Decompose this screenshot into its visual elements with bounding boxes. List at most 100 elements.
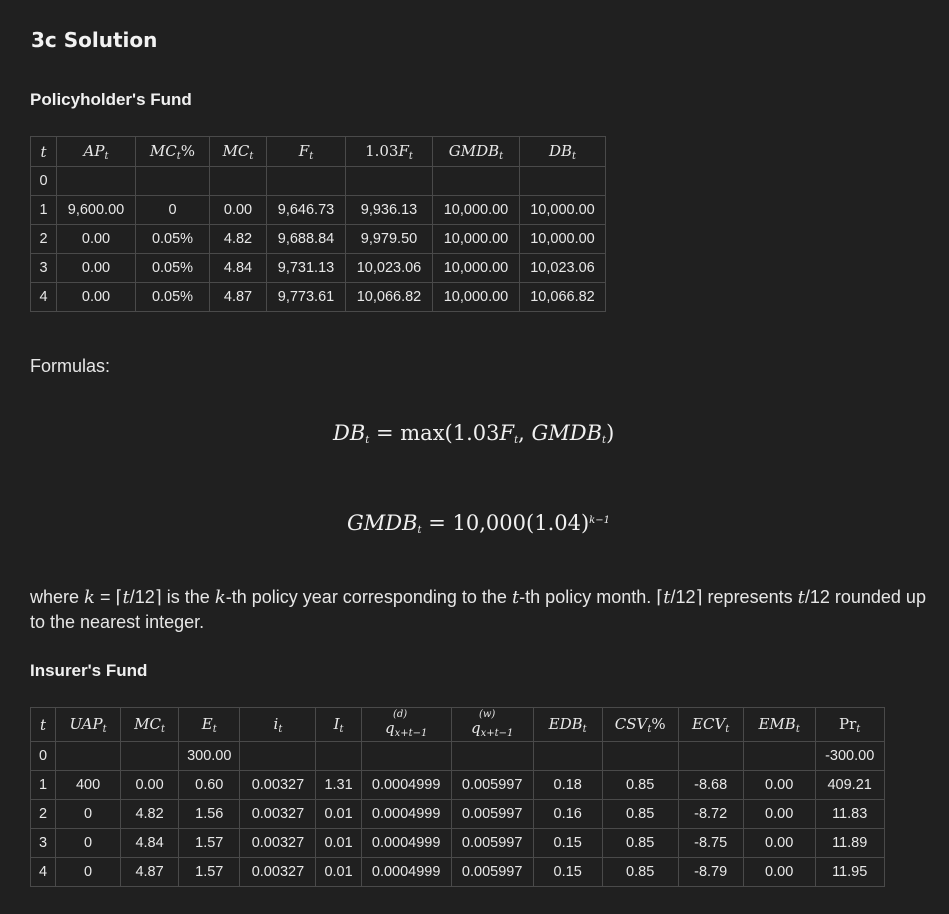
table-cell: 0.0004999 bbox=[360, 799, 452, 829]
table-cell: 0.00 bbox=[742, 828, 816, 858]
explanation-part: represents bbox=[707, 587, 793, 607]
table-cell: 0.005997 bbox=[450, 857, 534, 887]
page: 3c Solution Policyholder's Fund t APt MC… bbox=[0, 0, 949, 914]
table-cell: 3 bbox=[30, 253, 57, 283]
col-header: It bbox=[315, 707, 362, 742]
table-cell: 9,731.13 bbox=[266, 253, 346, 283]
table-cell: 0 bbox=[55, 857, 122, 887]
table-cell: 9,600.00 bbox=[56, 195, 136, 225]
table-cell: 0.85 bbox=[601, 857, 679, 887]
col-header: MCt bbox=[120, 707, 180, 742]
table-cell: 1 bbox=[29, 770, 57, 800]
table-cell: 0.05% bbox=[135, 253, 210, 283]
table-cell: 4.82 bbox=[120, 799, 180, 829]
col-header: (d) qx+t−1 bbox=[360, 707, 452, 742]
table-row: 0 300.00 -300.00 bbox=[29, 741, 885, 771]
gmdb-base: 10,000 bbox=[452, 511, 527, 535]
table-cell: 0 bbox=[135, 195, 210, 225]
table-cell: 0.01 bbox=[315, 799, 362, 829]
table-cell: 0.05% bbox=[135, 224, 210, 254]
table-cell: -8.75 bbox=[677, 828, 744, 858]
table-cell: 1.56 bbox=[178, 799, 241, 829]
policyholder-fund-heading: Policyholder's Fund bbox=[30, 90, 192, 109]
table-row: 2 0.00 0.05% 4.82 9,688.84 9,979.50 10,000.00 1… bbox=[30, 224, 606, 254]
table-cell: 1 bbox=[30, 195, 57, 225]
table-cell: 0.005997 bbox=[450, 770, 534, 800]
col-header: 1.03Ft bbox=[345, 136, 433, 167]
table-cell: 10,000.00 bbox=[432, 253, 520, 283]
table-cell: 4.87 bbox=[120, 857, 180, 887]
table-row: 1 400 0.00 0.60 0.00327 1.31 0.0004999 0.005997… bbox=[29, 770, 885, 800]
policyholder-fund-table: t APt MCt% MCt Ft 1.03Ft GMDBt DBt 0 1 9,6… bbox=[30, 136, 606, 312]
col-header: MCt% bbox=[135, 136, 210, 167]
col-header: Et bbox=[178, 707, 241, 742]
col-header: Prt bbox=[814, 707, 885, 742]
table-cell: 0.00 bbox=[120, 770, 180, 800]
table-cell: -8.79 bbox=[677, 857, 744, 887]
table-cell bbox=[360, 741, 452, 771]
table-cell: 10,000.00 bbox=[519, 224, 606, 254]
gmdb-formula: GMDBt = 10,000(1.04)k−1 bbox=[347, 511, 610, 536]
table-cell: 1.57 bbox=[178, 857, 241, 887]
col-header: EMBt bbox=[742, 707, 816, 742]
db-formula: DBt = max(1.03Ft, GMDBt) bbox=[333, 421, 615, 446]
col-header: APt bbox=[56, 136, 136, 167]
table-cell: 0.00 bbox=[56, 282, 136, 312]
table-cell bbox=[315, 741, 362, 771]
table-cell bbox=[345, 166, 433, 196]
table-cell bbox=[601, 741, 679, 771]
table-cell: 10,000.00 bbox=[519, 195, 606, 225]
table-cell: 4 bbox=[30, 282, 57, 312]
table-cell bbox=[135, 166, 210, 196]
table-cell: 0.85 bbox=[601, 799, 679, 829]
table-cell: 10,066.82 bbox=[519, 282, 606, 312]
table-cell: 0.00327 bbox=[239, 857, 317, 887]
table-cell: 2 bbox=[29, 799, 57, 829]
table-cell: -8.72 bbox=[677, 799, 744, 829]
table-cell: 10,000.00 bbox=[432, 195, 520, 225]
table-cell: 0.0004999 bbox=[360, 857, 452, 887]
table-cell: 0.00 bbox=[742, 770, 816, 800]
table-cell: 4.84 bbox=[120, 828, 180, 858]
col-header: ECVt bbox=[677, 707, 744, 742]
table-row: 2 0 4.82 1.56 0.00327 0.01 0.0004999 0.005997 0.… bbox=[29, 799, 885, 829]
table-cell bbox=[209, 166, 267, 196]
table-cell: 9,773.61 bbox=[266, 282, 346, 312]
insurer-fund-heading: Insurer's Fund bbox=[30, 661, 148, 680]
table-cell bbox=[677, 741, 744, 771]
table-cell: 400 bbox=[55, 770, 122, 800]
table-cell: 0.00 bbox=[742, 857, 816, 887]
table-cell bbox=[519, 166, 606, 196]
explanation-part: -th policy month. bbox=[519, 587, 652, 607]
table-cell: 10,023.06 bbox=[519, 253, 606, 283]
table-cell: 0.0004999 bbox=[360, 770, 452, 800]
insurer-fund-table: t UAPt MCt Et it It (d) qx+t−1 (w) qx+t−1 … bbox=[29, 707, 885, 887]
table-cell: 0.16 bbox=[532, 799, 603, 829]
table-cell: 0.005997 bbox=[450, 799, 534, 829]
page-title: 3c Solution bbox=[31, 28, 158, 52]
col-header: (w) qx+t−1 bbox=[450, 707, 534, 742]
table-cell: 11.89 bbox=[814, 828, 885, 858]
table-cell: 0.00 bbox=[209, 195, 267, 225]
table-cell: 9,936.13 bbox=[345, 195, 433, 225]
table-cell: 4 bbox=[29, 857, 57, 887]
table-cell: 300.00 bbox=[178, 741, 241, 771]
table-row: 0 bbox=[30, 166, 606, 196]
table-cell: 0.15 bbox=[532, 828, 603, 858]
table-row: 4 0 4.87 1.57 0.00327 0.01 0.0004999 0.005997 0.… bbox=[29, 857, 885, 887]
table-cell: 9,646.73 bbox=[266, 195, 346, 225]
table-cell: 0 bbox=[55, 828, 122, 858]
table-cell: 10,000.00 bbox=[432, 224, 520, 254]
table-row: 4 0.00 0.05% 4.87 9,773.61 10,066.82 10,000.00… bbox=[30, 282, 606, 312]
table-cell: 409.21 bbox=[814, 770, 885, 800]
table-cell: 0 bbox=[30, 166, 57, 196]
table-row: 3 0.00 0.05% 4.84 9,731.13 10,023.06 10,000.00… bbox=[30, 253, 606, 283]
table-row: 1 9,600.00 0 0.00 9,646.73 9,936.13 10,000.00 1… bbox=[30, 195, 606, 225]
table-cell: 11.83 bbox=[814, 799, 885, 829]
table-cell: 0.15 bbox=[532, 857, 603, 887]
table-cell: 1.57 bbox=[178, 828, 241, 858]
col-header: UAPt bbox=[55, 707, 122, 742]
col-header: DBt bbox=[519, 136, 606, 167]
table-cell: 10,000.00 bbox=[432, 282, 520, 312]
table-cell: 0 bbox=[29, 741, 57, 771]
